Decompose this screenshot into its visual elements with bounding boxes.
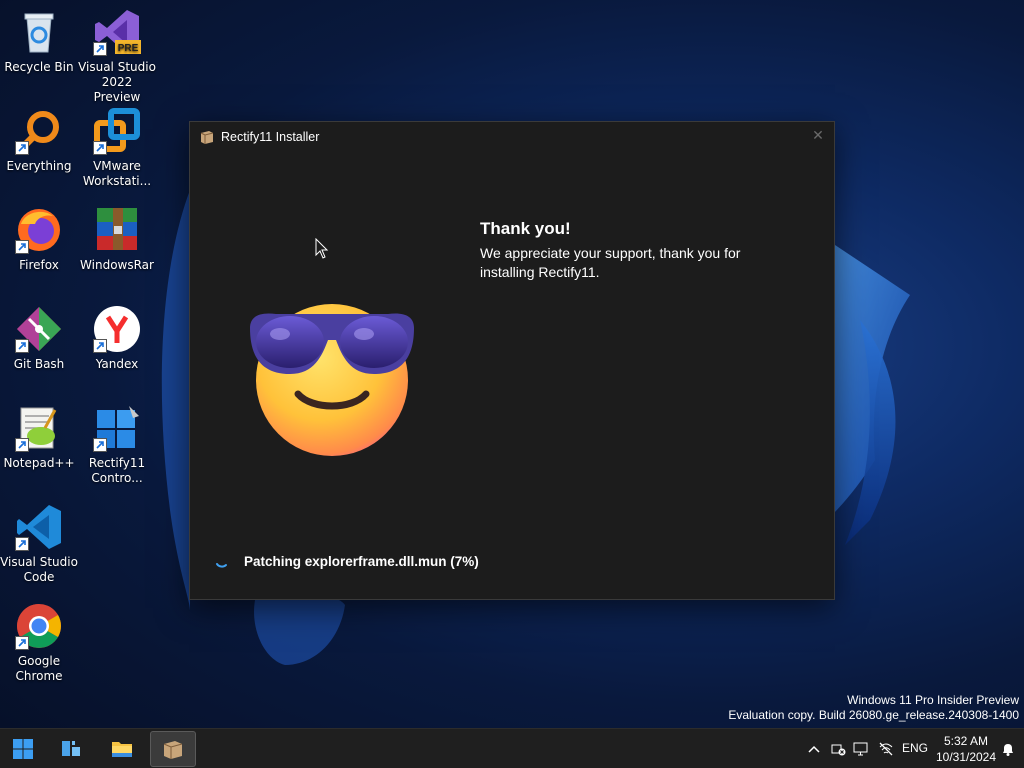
notepadpp-icon — [15, 404, 63, 452]
desktop-icon-rectify11-control[interactable]: Rectify11 Contro... — [78, 404, 156, 486]
everything-search-icon — [15, 107, 63, 155]
desktop-icon-label: WindowsRar — [80, 258, 154, 272]
desktop-icon-label: Notepad++ — [3, 456, 75, 470]
desktop-icon-notepadpp[interactable]: Notepad++ — [0, 404, 78, 471]
thank-you-message: We appreciate your support, thank you fo… — [480, 245, 741, 280]
show-hidden-icons-button[interactable] — [806, 729, 822, 768]
notifications-button[interactable] — [1000, 729, 1016, 768]
installer-window[interactable]: Rectify11 Installer ✕ Thank you! We appr… — [189, 121, 835, 600]
window-titlebar[interactable]: Rectify11 Installer ✕ — [190, 122, 834, 152]
tray-security-icon-button[interactable] — [830, 729, 846, 768]
chevron-up-icon — [808, 745, 820, 753]
taskbar: ENG 5:32 AM 10/31/2024 — [0, 728, 1024, 768]
desktop-icon-visual-studio-preview[interactable]: PRE Visual Studio 2022 Preview — [78, 8, 156, 105]
pre-badge-text: PRE — [118, 43, 139, 54]
desktop-icon-everything[interactable]: Everything — [0, 107, 78, 174]
file-explorer-button[interactable] — [100, 731, 144, 767]
desktop-icon-label: Rectify11 Contro... — [88, 456, 146, 485]
clock-time: 5:32 AM — [943, 734, 989, 748]
taskbar-clock[interactable]: 5:32 AM 10/31/2024 — [934, 733, 998, 765]
vscode-icon — [15, 503, 63, 551]
status-text: Patching explorerframe.dll.mun (7%) — [244, 553, 479, 569]
close-icon[interactable]: ✕ — [810, 128, 826, 144]
tray-network-icon-button[interactable] — [878, 729, 894, 768]
git-bash-icon — [15, 305, 63, 353]
shortcut-arrow-icon — [15, 537, 29, 551]
chrome-icon — [15, 602, 63, 650]
desktop-icon-git-bash[interactable]: Git Bash — [0, 305, 78, 372]
yandex-icon — [93, 305, 141, 353]
desktop-icon-firefox[interactable]: Firefox — [0, 206, 78, 273]
progress-spinner-icon — [216, 563, 227, 568]
shortcut-arrow-icon — [15, 240, 29, 254]
clock-date: 10/31/2024 — [935, 750, 997, 764]
desktop-icon-label: Visual Studio Code — [0, 555, 78, 584]
desktop-icon-winrar[interactable]: WindowsRar — [78, 206, 156, 273]
language-indicator[interactable]: ENG — [902, 741, 928, 755]
widgets-button[interactable] — [49, 731, 93, 767]
widgets-icon — [62, 741, 80, 756]
install-status: Patching explorerframe.dll.mun (7%) — [214, 553, 479, 569]
desktop-icon-label: Recycle Bin — [4, 60, 74, 74]
start-button[interactable] — [1, 731, 45, 767]
taskbar-rectify11-installer[interactable] — [150, 731, 196, 767]
desktop-icon-label: Git Bash — [13, 357, 65, 371]
firefox-icon — [15, 206, 63, 254]
smiling-face-sunglasses-icon — [250, 304, 414, 456]
window-title: Rectify11 Installer — [221, 130, 320, 144]
visual-studio-preview-icon: PRE — [93, 8, 141, 56]
winrar-icon — [93, 206, 141, 254]
recycle-bin-icon — [15, 8, 63, 56]
shortcut-arrow-icon — [93, 339, 107, 353]
shortcut-arrow-icon — [93, 42, 107, 56]
tray-display-icon-button[interactable] — [853, 729, 869, 768]
desktop-icon-yandex[interactable]: Yandex — [78, 305, 156, 372]
bell-icon — [1003, 744, 1013, 756]
thank-you-heading: Thank you! — [480, 219, 571, 238]
shortcut-arrow-icon — [93, 141, 107, 155]
shortcut-arrow-icon — [15, 339, 29, 353]
desktop-icon-vmware[interactable]: VMware Workstati... — [78, 107, 156, 189]
desktop-icon-vscode[interactable]: Visual Studio Code — [0, 503, 78, 585]
desktop-icon-label: Visual Studio 2022 Preview — [78, 60, 156, 104]
desktop-icon-label: Google Chrome — [15, 654, 63, 683]
desktop-icon-recycle-bin[interactable]: Recycle Bin — [0, 8, 78, 75]
shortcut-arrow-icon — [15, 141, 29, 155]
windows-watermark: Windows 11 Pro Insider Preview Evaluatio… — [728, 693, 1019, 723]
shortcut-arrow-icon — [15, 636, 29, 650]
wallpaper-bloom-bottom — [254, 593, 345, 665]
vmware-icon — [93, 107, 141, 155]
rectify11-control-icon — [93, 404, 141, 452]
shortcut-arrow-icon — [93, 438, 107, 452]
mouse-cursor-icon — [315, 238, 329, 259]
security-status-icon — [831, 744, 846, 756]
windows-logo-icon — [13, 739, 33, 759]
watermark-edition: Windows 11 Pro Insider Preview — [847, 693, 1019, 707]
file-explorer-icon — [112, 742, 132, 757]
desktop-icon-chrome[interactable]: Google Chrome — [0, 602, 78, 684]
watermark-build: Evaluation copy. Build 26080.ge_release.… — [728, 708, 1019, 722]
desktop-icon-label: Yandex — [95, 357, 139, 371]
desktop-icon-label: VMware Workstati... — [82, 159, 152, 188]
shortcut-arrow-icon — [15, 438, 29, 452]
rectify11-installer-icon — [163, 741, 183, 759]
display-icon — [853, 742, 868, 756]
no-network-icon — [879, 742, 893, 756]
desktop-icon-label: Everything — [6, 159, 72, 173]
rectify11-installer-icon — [200, 131, 214, 144]
desktop-icon-label: Firefox — [19, 258, 59, 272]
